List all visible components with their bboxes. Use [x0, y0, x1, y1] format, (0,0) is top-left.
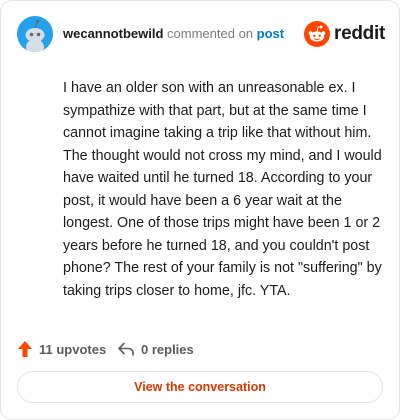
reddit-logo-icon [304, 21, 331, 47]
brand-wordmark: reddit [334, 23, 385, 44]
replies-count: 0 replies [141, 341, 194, 357]
username-link[interactable]: wecannotbewild [63, 26, 163, 41]
card-header: wecannotbewild commented on post reddit [17, 15, 385, 55]
upvote-arrow-icon[interactable] [17, 340, 33, 358]
upvotes-count: 11 upvotes [39, 341, 107, 357]
comment-body: I have an older son with an unreasonable… [63, 80, 382, 299]
comment-byline: wecannotbewild commented on post [63, 26, 284, 42]
comment-card: wecannotbewild commented on post reddit … [0, 0, 400, 420]
action-text: commented on [167, 26, 254, 41]
replies-stat[interactable]: 0 replies [117, 338, 194, 360]
user-avatar-icon[interactable] [17, 16, 53, 52]
upvotes-stat[interactable]: 11 upvotes [17, 338, 106, 360]
view-conversation-button[interactable]: View the conversation [17, 371, 383, 403]
comment-stats: 11 upvotes 0 replies [17, 338, 385, 360]
reply-arrow-icon [118, 342, 134, 356]
post-link[interactable]: post [257, 26, 284, 41]
reddit-logo[interactable]: reddit [304, 20, 385, 48]
